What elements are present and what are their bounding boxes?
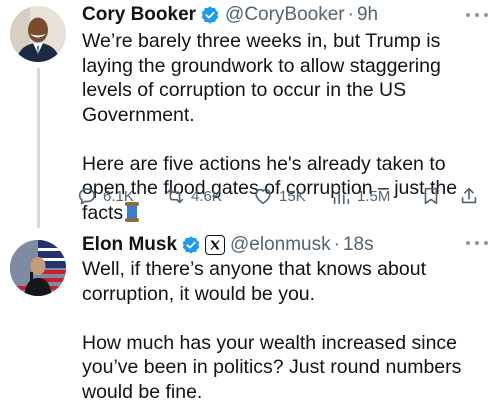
tweet-header: Elon Musk @elonmusk · 18s <box>82 232 374 258</box>
repost-button[interactable]: 4.6K <box>164 185 222 207</box>
tweet-text: Well, if there’s anyone that knows about… <box>82 257 490 404</box>
tweet-cory-booker[interactable]: Cory Booker @CoryBooker · 9h We’re barel… <box>0 0 500 228</box>
like-button[interactable]: 15K <box>252 185 306 207</box>
share-button[interactable] <box>458 185 480 207</box>
author-handle[interactable]: @elonmusk <box>230 234 331 256</box>
views-button[interactable]: 1.5M <box>330 185 390 207</box>
like-count: 15K <box>279 187 306 205</box>
reply-icon <box>78 188 96 205</box>
more-icon[interactable] <box>466 236 488 250</box>
view-count: 1.5M <box>357 187 391 205</box>
tweet-elon-musk[interactable]: Elon Musk @elonmusk · 18s Well, if there… <box>0 228 500 410</box>
thread-line <box>37 68 40 228</box>
tweet-paragraph: How much has your wealth increased since… <box>82 331 462 403</box>
author-handle[interactable]: @CoryBooker <box>225 4 345 26</box>
tweet-paragraph: We’re barely three weeks in, but Trump i… <box>82 30 441 126</box>
reply-button[interactable]: 6.1K <box>76 185 134 207</box>
separator-dot: · <box>347 4 354 25</box>
repost-icon <box>166 188 184 204</box>
separator-dot: · <box>333 234 340 255</box>
author-name[interactable]: Cory Booker <box>82 4 196 26</box>
timestamp[interactable]: 18s <box>343 234 374 256</box>
reply-count: 6.1K <box>103 187 134 205</box>
views-icon <box>333 189 350 205</box>
like-icon <box>255 188 271 205</box>
tweet-header: Cory Booker @CoryBooker · 9h <box>82 2 378 28</box>
verified-icon <box>200 5 220 25</box>
bookmark-icon <box>424 187 438 205</box>
x-logo-icon[interactable] <box>205 235 226 255</box>
avatar[interactable] <box>10 6 66 62</box>
action-bar: 6.1K 4.6K 15K 1.5M <box>76 181 494 211</box>
bookmark-button[interactable] <box>420 185 442 207</box>
avatar[interactable] <box>10 240 66 296</box>
verified-icon <box>181 235 201 255</box>
tweet-paragraph: Well, if there’s anyone that knows about… <box>82 258 426 305</box>
author-name[interactable]: Elon Musk <box>82 234 177 256</box>
more-icon[interactable] <box>466 8 488 22</box>
timestamp[interactable]: 9h <box>357 4 378 26</box>
share-icon <box>461 187 477 204</box>
repost-count: 4.6K <box>191 187 222 205</box>
